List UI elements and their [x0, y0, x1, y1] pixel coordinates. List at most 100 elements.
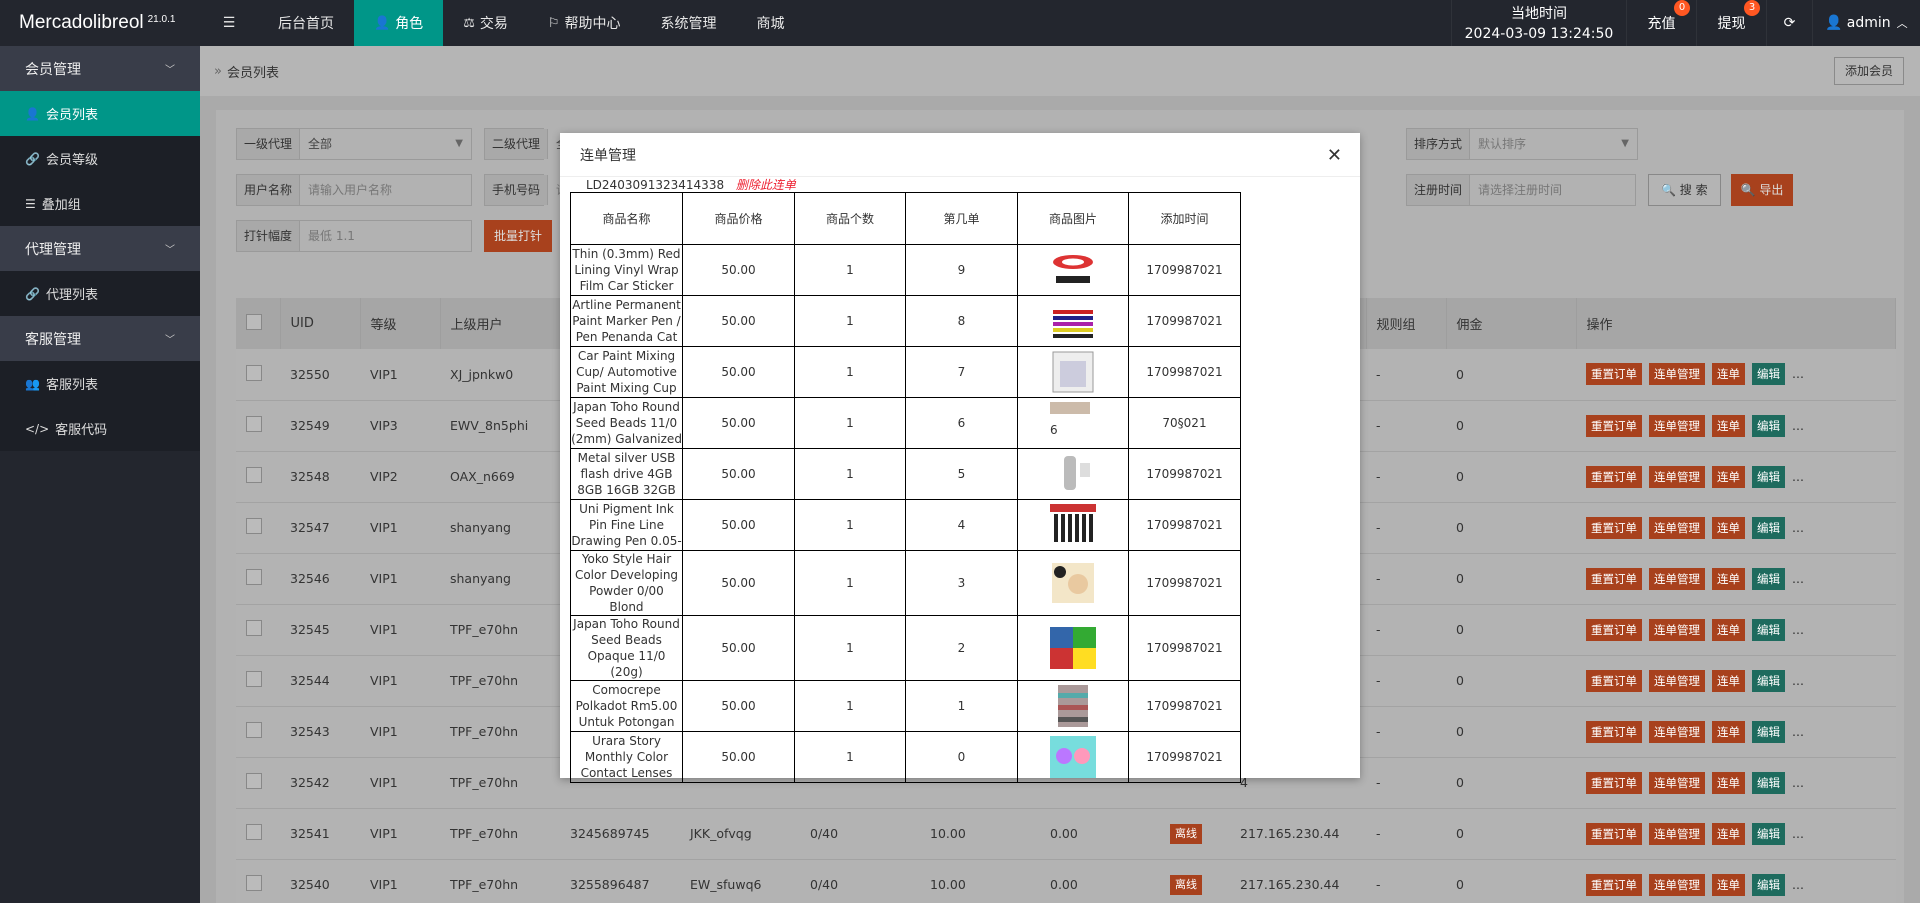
- more-button[interactable]: ...: [1792, 418, 1804, 433]
- nav-mall[interactable]: 商城: [737, 0, 805, 46]
- row-checkbox[interactable]: [246, 773, 262, 789]
- reset-order-button[interactable]: 重置订单: [1586, 363, 1642, 386]
- reset-order-button[interactable]: 重置订单: [1586, 771, 1642, 794]
- nav-role[interactable]: 👤 角色: [354, 0, 444, 46]
- chain-order-button[interactable]: 连单: [1712, 720, 1745, 743]
- row-checkbox[interactable]: [246, 620, 262, 636]
- more-button[interactable]: ...: [1792, 826, 1804, 841]
- menu-toggle-icon[interactable]: ☰: [200, 0, 258, 46]
- chain-manage-button[interactable]: 连单管理: [1649, 771, 1705, 794]
- edit-button[interactable]: 编辑: [1752, 363, 1785, 386]
- select-all-checkbox[interactable]: [246, 313, 262, 330]
- edit-button[interactable]: 编辑: [1752, 873, 1785, 896]
- chain-order-button[interactable]: 连单: [1712, 567, 1745, 590]
- edit-button[interactable]: 编辑: [1752, 822, 1785, 845]
- phone-input[interactable]: 手机号码请: [484, 174, 564, 206]
- more-button[interactable]: ...: [1792, 622, 1804, 637]
- chain-order-button[interactable]: 连单: [1712, 516, 1745, 539]
- chain-manage-button[interactable]: 连单管理: [1649, 873, 1705, 896]
- row-checkbox[interactable]: [246, 518, 262, 534]
- sidebar-item-support-code[interactable]: </> 客服代码: [0, 406, 200, 451]
- sidebar-item-stack-group[interactable]: ☰ 叠加组: [0, 181, 200, 226]
- nav-home[interactable]: 后台首页: [258, 0, 354, 46]
- sidebar-group-support[interactable]: 客服管理 ﹀: [0, 316, 200, 361]
- sidebar-group-agents[interactable]: 代理管理 ﹀: [0, 226, 200, 271]
- sidebar-item-member-list[interactable]: 👤 会员列表: [0, 91, 200, 136]
- reset-order-button[interactable]: 重置订单: [1586, 465, 1642, 488]
- row-checkbox[interactable]: [246, 416, 262, 432]
- chain-manage-button[interactable]: 连单管理: [1649, 516, 1705, 539]
- reset-order-button[interactable]: 重置订单: [1586, 516, 1642, 539]
- register-time-input[interactable]: 注册时间 请选择注册时间: [1406, 174, 1636, 206]
- recharge-button[interactable]: 充值 0: [1626, 0, 1696, 46]
- withdraw-button[interactable]: 提现 3: [1696, 0, 1766, 46]
- level2-agent-select[interactable]: 二级代理全: [484, 128, 564, 160]
- reset-order-button[interactable]: 重置订单: [1586, 618, 1642, 641]
- brand-logo[interactable]: Mercadolibreol 21.0.1: [0, 0, 200, 46]
- search-button[interactable]: 🔍 搜 索: [1648, 174, 1721, 206]
- row-checkbox[interactable]: [246, 722, 262, 738]
- more-button[interactable]: ...: [1792, 673, 1804, 688]
- edit-button[interactable]: 编辑: [1752, 720, 1785, 743]
- chain-order-button[interactable]: 连单: [1712, 618, 1745, 641]
- pin-range-input[interactable]: 打针幅度 最低 1.1: [236, 220, 472, 252]
- row-checkbox[interactable]: [246, 824, 262, 840]
- edit-button[interactable]: 编辑: [1752, 465, 1785, 488]
- row-checkbox[interactable]: [246, 364, 262, 381]
- delete-chain-link[interactable]: 删除此连单: [736, 178, 796, 192]
- chain-manage-button[interactable]: 连单管理: [1649, 720, 1705, 743]
- more-button[interactable]: ...: [1792, 877, 1804, 892]
- nav-trade[interactable]: ⚖ 交易: [443, 0, 528, 46]
- row-checkbox[interactable]: [246, 671, 262, 687]
- reset-order-button[interactable]: 重置订单: [1586, 720, 1642, 743]
- edit-button[interactable]: 编辑: [1752, 567, 1785, 590]
- row-checkbox[interactable]: [246, 467, 262, 483]
- chain-manage-button[interactable]: 连单管理: [1649, 669, 1705, 692]
- sidebar-group-members[interactable]: 会员管理 ﹀: [0, 46, 200, 91]
- edit-button[interactable]: 编辑: [1752, 771, 1785, 794]
- chain-order-button[interactable]: 连单: [1712, 822, 1745, 845]
- row-checkbox[interactable]: [246, 875, 262, 891]
- more-button[interactable]: ...: [1792, 469, 1804, 484]
- nav-help[interactable]: ⚐ 帮助中心: [528, 0, 641, 46]
- export-button[interactable]: 🔍 导出: [1730, 174, 1794, 206]
- sidebar-item-member-levels[interactable]: 🔗 会员等级: [0, 136, 200, 181]
- chain-order-button[interactable]: 连单: [1712, 771, 1745, 794]
- reset-order-button[interactable]: 重置订单: [1586, 822, 1642, 845]
- chain-manage-button[interactable]: 连单管理: [1649, 414, 1705, 437]
- batch-pin-button[interactable]: 批量打针: [484, 220, 553, 252]
- edit-button[interactable]: 编辑: [1752, 516, 1785, 539]
- reset-order-button[interactable]: 重置订单: [1586, 567, 1642, 590]
- more-button[interactable]: ...: [1792, 520, 1804, 535]
- chain-order-button[interactable]: 连单: [1712, 873, 1745, 896]
- sidebar-item-agent-list[interactable]: 🔗 代理列表: [0, 271, 200, 316]
- more-button[interactable]: ...: [1792, 775, 1804, 790]
- chain-order-button[interactable]: 连单: [1712, 465, 1745, 488]
- nav-system[interactable]: 系统管理: [641, 0, 737, 46]
- chain-order-button[interactable]: 连单: [1712, 414, 1745, 437]
- sidebar-item-support-list[interactable]: 👥 客服列表: [0, 361, 200, 406]
- more-button[interactable]: ...: [1792, 724, 1804, 739]
- row-checkbox[interactable]: [246, 569, 262, 585]
- edit-button[interactable]: 编辑: [1752, 618, 1785, 641]
- more-button[interactable]: ...: [1792, 571, 1804, 586]
- level1-agent-select[interactable]: 一级代理 全部 ▼: [236, 128, 472, 160]
- edit-button[interactable]: 编辑: [1752, 669, 1785, 692]
- reset-order-button[interactable]: 重置订单: [1586, 873, 1642, 896]
- sort-select[interactable]: 排序方式 默认排序 ▼: [1406, 128, 1638, 160]
- chain-manage-button[interactable]: 连单管理: [1649, 363, 1705, 386]
- reset-order-button[interactable]: 重置订单: [1586, 414, 1642, 437]
- chain-manage-button[interactable]: 连单管理: [1649, 567, 1705, 590]
- refresh-icon[interactable]: ⟳: [1766, 0, 1812, 46]
- close-icon[interactable]: ✕: [1327, 145, 1342, 166]
- chain-manage-button[interactable]: 连单管理: [1649, 822, 1705, 845]
- more-button[interactable]: ...: [1792, 366, 1804, 381]
- chain-manage-button[interactable]: 连单管理: [1649, 618, 1705, 641]
- add-member-button[interactable]: 添加会员: [1833, 57, 1904, 85]
- reset-order-button[interactable]: 重置订单: [1586, 669, 1642, 692]
- chain-manage-button[interactable]: 连单管理: [1649, 465, 1705, 488]
- user-menu[interactable]: 👤 admin ︿: [1812, 0, 1920, 46]
- chain-order-button[interactable]: 连单: [1712, 669, 1745, 692]
- chain-order-button[interactable]: 连单: [1712, 363, 1745, 386]
- edit-button[interactable]: 编辑: [1752, 414, 1785, 437]
